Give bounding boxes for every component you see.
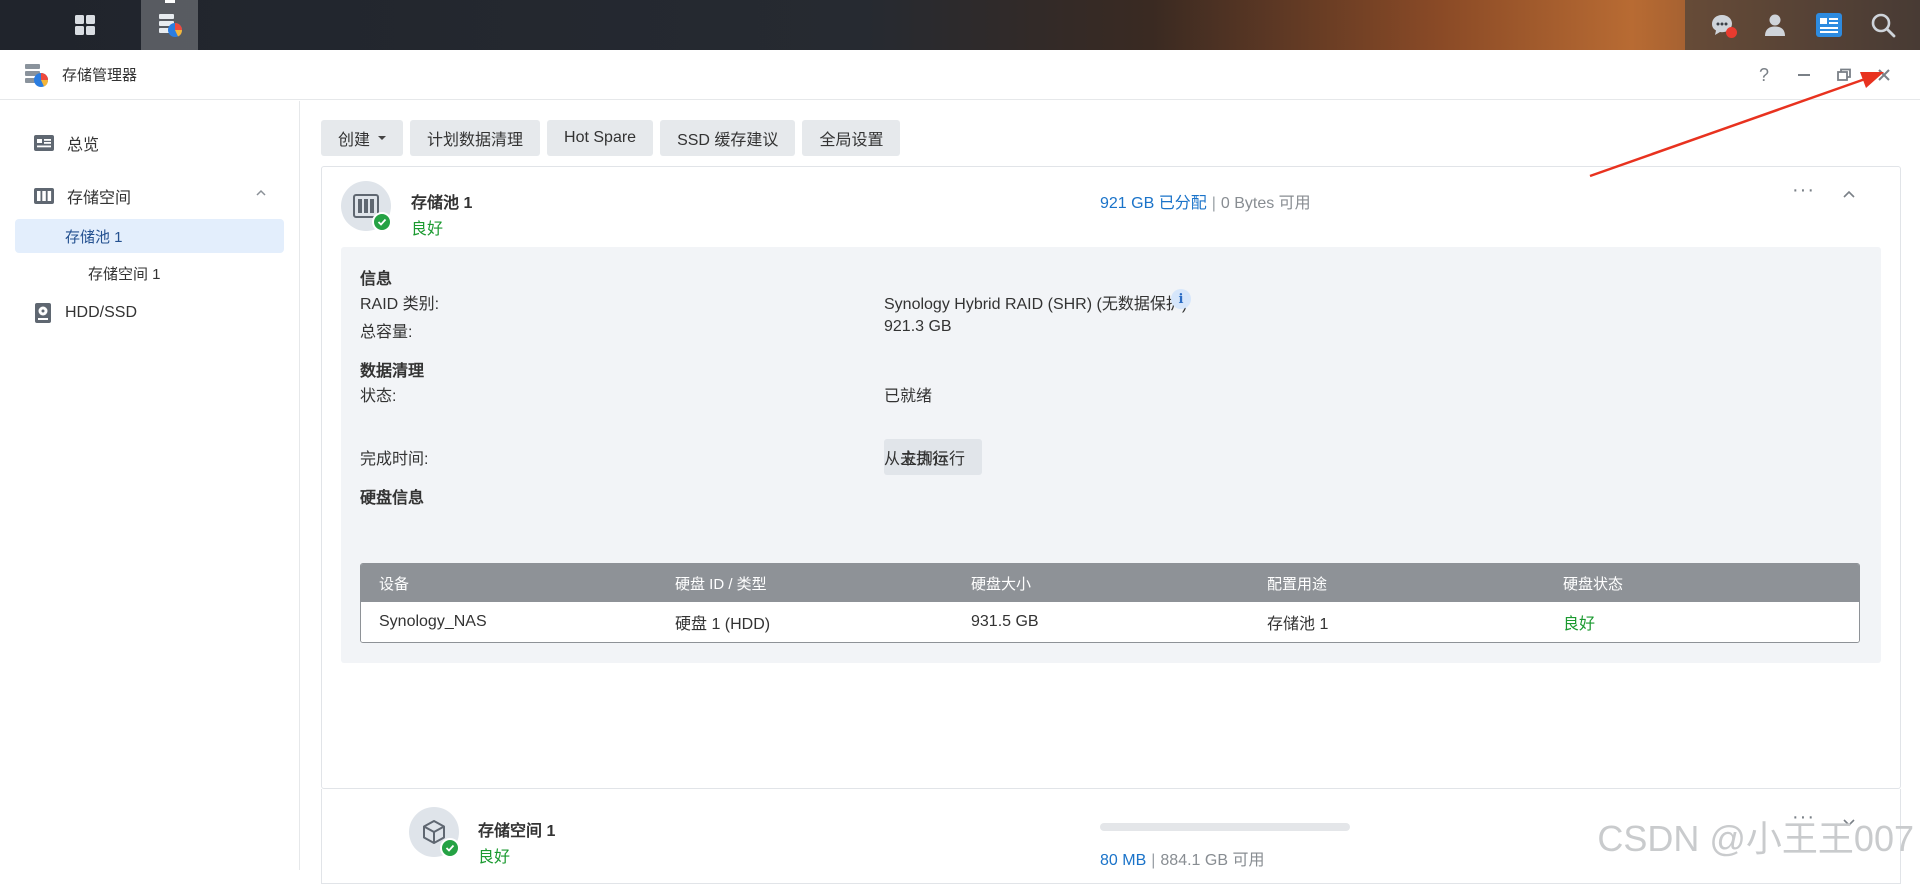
pool-status: 良好 bbox=[411, 215, 443, 239]
column-header: 配置用途 bbox=[1249, 573, 1545, 594]
hot-spare-button[interactable]: Hot Spare bbox=[547, 120, 653, 156]
pool-name: 存储池 1 bbox=[411, 189, 472, 213]
info-icon[interactable]: i bbox=[1171, 289, 1191, 309]
close-button[interactable] bbox=[1864, 50, 1904, 100]
column-header: 硬盘 ID / 类型 bbox=[657, 573, 953, 594]
sidebar-item-pool[interactable]: 存储池 1 bbox=[15, 219, 284, 253]
ok-badge bbox=[440, 838, 460, 858]
cell-size: 931.5 GB bbox=[953, 613, 1249, 631]
pool-avatar bbox=[341, 181, 391, 231]
create-label: 创建 bbox=[338, 126, 370, 150]
volume-usage-bar bbox=[1100, 823, 1350, 831]
close-icon bbox=[1876, 67, 1892, 83]
volume-avatar bbox=[409, 807, 459, 857]
volume-usage: 80 MB | 884.1 GB 可用 bbox=[1100, 846, 1264, 870]
user-icon[interactable] bbox=[1762, 12, 1788, 38]
main-menu-button[interactable] bbox=[50, 0, 120, 50]
table-row[interactable]: Synology_NAS 硬盘 1 (HDD) 931.5 GB 存储池 1 良… bbox=[361, 602, 1859, 642]
search-icon[interactable] bbox=[1870, 12, 1896, 38]
grid-icon bbox=[73, 13, 97, 37]
minimize-button[interactable] bbox=[1784, 50, 1824, 100]
sidebar-item-label: 总览 bbox=[67, 131, 99, 155]
desktop-taskbar bbox=[0, 0, 1920, 50]
window-controls: ? bbox=[1744, 50, 1920, 100]
restore-button[interactable] bbox=[1824, 50, 1864, 100]
column-header: 硬盘大小 bbox=[953, 573, 1249, 594]
main-content: 创建 计划数据清理 Hot Spare SSD 缓存建议 全局设置 bbox=[321, 101, 1901, 870]
chevron-up-icon[interactable] bbox=[1842, 188, 1856, 202]
column-header: 设备 bbox=[361, 573, 657, 594]
notifications-button[interactable] bbox=[1709, 12, 1735, 38]
notification-dot bbox=[1726, 27, 1737, 38]
sidebar-item-hdd[interactable]: HDD/SSD bbox=[15, 293, 284, 333]
storage-pool-card: 存储池 1 良好 921 GB 已分配 | 0 Bytes 可用 ··· 信息 RA… bbox=[321, 166, 1901, 789]
sidebar-item-label: HDD/SSD bbox=[65, 304, 137, 322]
cell-device: Synology_NAS bbox=[361, 613, 657, 631]
check-icon bbox=[377, 217, 387, 227]
toolbar: 创建 计划数据清理 Hot Spare SSD 缓存建议 全局设置 bbox=[321, 120, 900, 156]
capacity-value: 921.3 GB bbox=[884, 318, 952, 336]
pool-detail-panel: 信息 RAID 类别: Synology Hybrid RAID (SHR) (… bbox=[341, 247, 1881, 663]
storage-manager-taskbar-button[interactable] bbox=[141, 0, 198, 50]
chevron-up-icon[interactable] bbox=[256, 188, 266, 198]
scrub-heading: 数据清理 bbox=[360, 357, 424, 381]
sidebar-item-storage[interactable]: 存储空间 bbox=[15, 176, 284, 216]
global-settings-button[interactable]: 全局设置 bbox=[802, 120, 900, 156]
widgets-icon[interactable] bbox=[1815, 12, 1843, 38]
pool-available: 0 Bytes 可用 bbox=[1221, 195, 1311, 212]
table-header: 设备 硬盘 ID / 类型 硬盘大小 配置用途 硬盘状态 bbox=[361, 564, 1859, 602]
disk-info-heading: 硬盘信息 bbox=[360, 484, 424, 508]
separator: | bbox=[1212, 195, 1216, 212]
storage-manager-icon bbox=[156, 11, 184, 39]
overview-icon bbox=[33, 133, 55, 153]
volume-name: 存储空间 1 bbox=[478, 817, 555, 841]
disk-table: 设备 硬盘 ID / 类型 硬盘大小 配置用途 硬盘状态 Synology_NA… bbox=[360, 563, 1860, 643]
cell-status: 良好 bbox=[1545, 610, 1841, 634]
window-title: 存储管理器 bbox=[62, 64, 137, 85]
minimize-icon bbox=[1796, 67, 1812, 83]
taskbar-tray bbox=[1685, 0, 1920, 50]
create-button[interactable]: 创建 bbox=[321, 120, 403, 156]
storage-icon bbox=[33, 186, 55, 206]
restore-icon bbox=[1836, 67, 1852, 83]
scrub-time-value: 从未执行 bbox=[884, 445, 948, 469]
storage-manager-window: 存储管理器 ? bbox=[0, 50, 1920, 870]
raid-type-label: RAID 类别: bbox=[360, 290, 439, 314]
scrub-time-label: 完成时间: bbox=[360, 445, 428, 469]
window-titlebar: 存储管理器 ? bbox=[0, 50, 1920, 100]
volume-available: 884.1 GB 可用 bbox=[1160, 852, 1264, 869]
capacity-label: 总容量: bbox=[360, 318, 412, 342]
check-icon bbox=[445, 843, 455, 853]
sidebar-item-label: 存储空间 bbox=[67, 184, 131, 208]
volume-status: 良好 bbox=[478, 843, 510, 867]
ok-badge bbox=[372, 212, 392, 232]
scrub-status-value: 已就绪 bbox=[884, 382, 932, 406]
pool-allocated: 921 GB 已分配 bbox=[1100, 195, 1207, 212]
sidebar-item-volume[interactable]: 存储空间 1 bbox=[15, 256, 284, 290]
sidebar: 总览 存储空间 存储池 1 存储空间 1 HDD/SSD bbox=[0, 101, 300, 870]
pool-usage: 921 GB 已分配 | 0 Bytes 可用 bbox=[1100, 189, 1311, 213]
sidebar-item-overview[interactable]: 总览 bbox=[15, 123, 284, 163]
cell-disk-id: 硬盘 1 (HDD) bbox=[657, 610, 953, 634]
watermark: CSDN @小王王007 bbox=[1597, 810, 1914, 862]
ssd-advisor-button[interactable]: SSD 缓存建议 bbox=[660, 120, 795, 156]
storage-manager-icon bbox=[22, 61, 50, 89]
pool-more-button[interactable]: ··· bbox=[1792, 179, 1815, 202]
separator: | bbox=[1151, 852, 1155, 869]
scrub-schedule-button[interactable]: 计划数据清理 bbox=[410, 120, 540, 156]
volume-used: 80 MB bbox=[1100, 852, 1146, 869]
help-button[interactable]: ? bbox=[1744, 50, 1784, 100]
caret-down-icon bbox=[378, 136, 386, 140]
scrub-status-label: 状态: bbox=[360, 382, 396, 406]
hdd-icon bbox=[33, 302, 53, 324]
raid-type-value: Synology Hybrid RAID (SHR) (无数据保护) bbox=[884, 290, 1187, 314]
info-heading: 信息 bbox=[360, 265, 392, 289]
column-header: 硬盘状态 bbox=[1545, 573, 1841, 594]
cell-usage: 存储池 1 bbox=[1249, 610, 1545, 634]
